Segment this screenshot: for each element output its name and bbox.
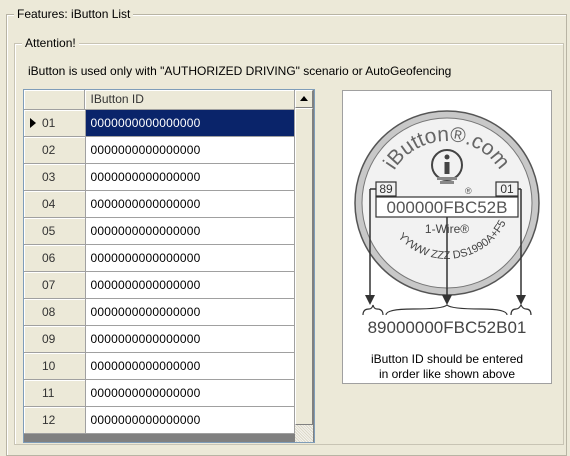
row-header[interactable]: 02: [24, 137, 86, 164]
ibutton-id-cell[interactable]: 0000000000000000: [85, 137, 295, 164]
ibutton-id-cell[interactable]: 0000000000000000: [85, 191, 295, 218]
row-number: 05: [42, 224, 56, 238]
table-row[interactable]: 02 0000000000000000: [24, 137, 295, 164]
svg-text:®: ®: [465, 186, 472, 196]
attention-note: iButton is used only with "AUTHORIZED DR…: [28, 64, 452, 78]
ibutton-id-cell[interactable]: 0000000000000000: [85, 299, 295, 326]
table-row[interactable]: 06 0000000000000000: [24, 245, 295, 272]
row-number: 06: [42, 251, 56, 265]
row-number: 08: [42, 305, 56, 319]
features-title: Features: iButton List: [14, 7, 134, 21]
caption-line-2: in order like shown above: [378, 367, 516, 381]
row-header[interactable]: 07: [24, 272, 86, 299]
ibutton-id-cell[interactable]: 0000000000000000: [85, 353, 295, 380]
image-caption: iButton ID should be entered in order li…: [342, 352, 552, 382]
row-header[interactable]: 10: [24, 353, 86, 380]
arrow-down-icon: [365, 295, 375, 305]
table-row[interactable]: 08 0000000000000000: [24, 299, 295, 326]
table-row[interactable]: 12 0000000000000000: [24, 407, 295, 434]
serial-number: 000000FBC52B: [387, 198, 508, 217]
row-header[interactable]: 03: [24, 164, 86, 191]
ibutton-id-cell[interactable]: 0000000000000000: [85, 164, 295, 191]
row-number: 12: [42, 413, 56, 427]
table-row[interactable]: 07 0000000000000000: [24, 272, 295, 299]
ibutton-diagram: iButton®.com 89 ® 01 000000FBC52B 1-Wire…: [354, 110, 540, 337]
ibutton-id-cell[interactable]: 0000000000000000: [85, 218, 295, 245]
ibutton-grid[interactable]: IButton ID 01 0000000000000000 02 000000000…: [23, 89, 315, 443]
row-number: 03: [42, 170, 56, 184]
ibutton-id-cell[interactable]: 0000000000000000: [85, 272, 295, 299]
row-number: 04: [42, 197, 56, 211]
current-row-arrow-icon: [30, 118, 36, 128]
row-header[interactable]: 12: [24, 407, 86, 434]
scroll-thumb[interactable]: [295, 108, 313, 425]
row-header[interactable]: 01: [24, 110, 86, 137]
grid-header-corner: [24, 90, 85, 110]
row-header[interactable]: 05: [24, 218, 86, 245]
row-number: 10: [42, 359, 56, 373]
row-number: 09: [42, 332, 56, 346]
attention-title: Attention!: [22, 36, 79, 50]
row-number: 01: [42, 116, 56, 130]
crc-code: 01: [500, 182, 514, 196]
table-row[interactable]: 01 0000000000000000: [24, 110, 295, 137]
ibutton-image: iButton®.com 89 ® 01 000000FBC52B 1-Wire…: [342, 90, 552, 384]
grid-rows: 01 0000000000000000 02 0000000000000000 03 00…: [24, 110, 295, 434]
ibutton-id-cell[interactable]: 0000000000000000: [85, 110, 295, 137]
ibutton-id-cell[interactable]: 0000000000000000: [85, 380, 295, 407]
table-row[interactable]: 10 0000000000000000: [24, 353, 295, 380]
row-header[interactable]: 04: [24, 191, 86, 218]
scroll-up-button[interactable]: [295, 90, 313, 108]
ibutton-id-cell[interactable]: 0000000000000000: [85, 326, 295, 353]
row-number: 11: [42, 386, 55, 400]
column-header-ibutton-id[interactable]: IButton ID: [84, 90, 295, 110]
ibutton-id-cell[interactable]: 0000000000000000: [85, 407, 295, 434]
row-header[interactable]: 08: [24, 299, 86, 326]
grid-header: IButton ID: [24, 90, 295, 110]
family-code: 89: [379, 182, 393, 196]
table-row[interactable]: 04 0000000000000000: [24, 191, 295, 218]
full-id-text: 89000000FBC52B01: [368, 318, 527, 337]
row-header[interactable]: 09: [24, 326, 86, 353]
table-row[interactable]: 11 0000000000000000: [24, 380, 295, 407]
caption-line-1: iButton ID should be entered: [370, 352, 524, 366]
chevron-up-icon: [300, 96, 308, 101]
vertical-scrollbar[interactable]: [295, 90, 313, 442]
ibutton-id-cell[interactable]: 0000000000000000: [85, 245, 295, 272]
row-number: 02: [42, 143, 56, 157]
table-row[interactable]: 03 0000000000000000: [24, 164, 295, 191]
table-row[interactable]: 09 0000000000000000: [24, 326, 295, 353]
row-number: 07: [42, 278, 56, 292]
arrow-down-icon: [442, 295, 452, 305]
arrow-down-icon: [516, 295, 526, 305]
row-header[interactable]: 11: [24, 380, 86, 407]
table-row[interactable]: 05 0000000000000000: [24, 218, 295, 245]
row-header[interactable]: 06: [24, 245, 86, 272]
